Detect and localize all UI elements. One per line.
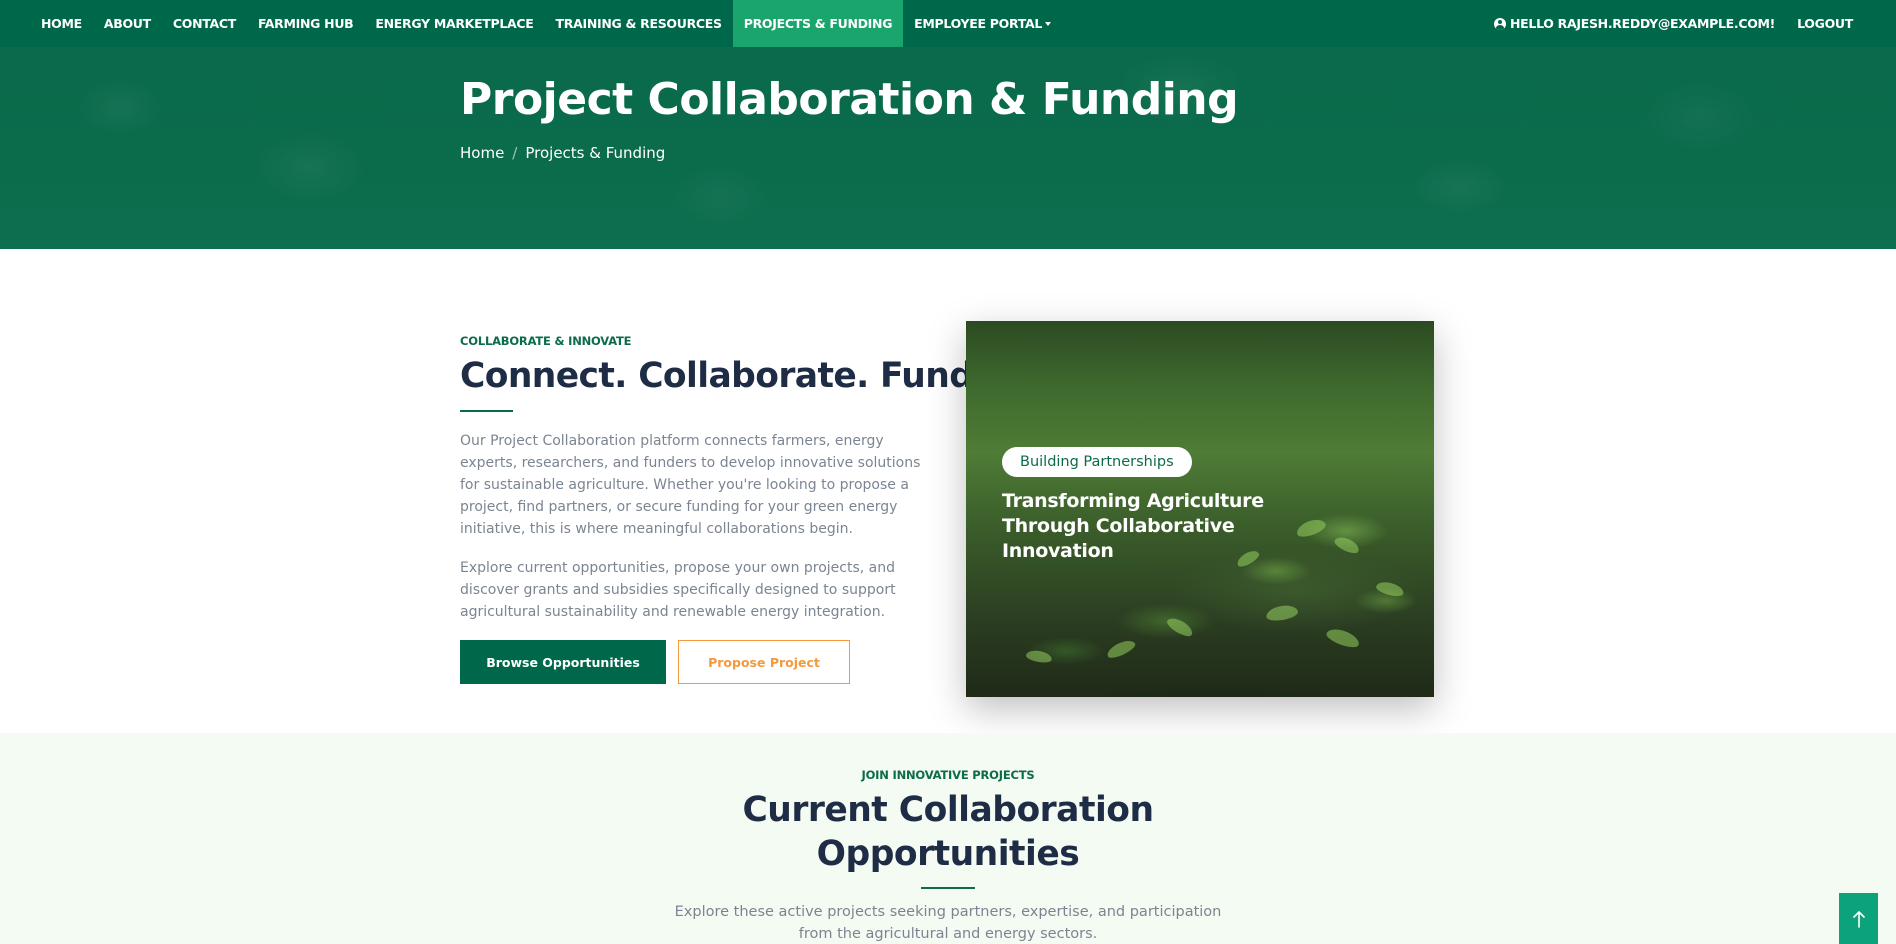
nav-item-farming-hub[interactable]: FARMING HUB bbox=[247, 0, 364, 47]
seedling-leaf bbox=[1164, 614, 1196, 640]
breadcrumb: Home / Projects & Funding bbox=[460, 144, 665, 162]
opportunities-description: Explore these active projects seeking pa… bbox=[0, 901, 1896, 944]
nav-item-energy-marketplace[interactable]: ENERGY MARKETPLACE bbox=[364, 0, 544, 47]
propose-project-button[interactable]: Propose Project bbox=[678, 640, 850, 684]
caret-down-icon bbox=[1045, 22, 1052, 26]
opportunities-heading-line-1: Current Collaboration bbox=[742, 790, 1154, 830]
card-title: Transforming Agriculture Through Collabo… bbox=[1002, 490, 1264, 562]
breadcrumb-home[interactable]: Home bbox=[460, 144, 504, 162]
arrow-up-icon bbox=[1852, 910, 1865, 928]
breadcrumb-separator: / bbox=[512, 144, 518, 162]
opportunities-heading: Current Collaboration Opportunities bbox=[0, 788, 1896, 876]
intro-accent-line bbox=[460, 410, 513, 412]
intro-heading: Connect. Collaborate. Fund. bbox=[460, 356, 986, 396]
nav-item-home[interactable]: HOME bbox=[30, 0, 93, 47]
opportunities-description-line-1: Explore these active projects seeking pa… bbox=[674, 904, 1222, 920]
nav-user-area: HELLO RAJESH.REDDY@EXAMPLE.COM! LOGOUT bbox=[1483, 0, 1896, 47]
nav-menu: HOME ABOUT CONTACT FARMING HUB ENERGY MA… bbox=[0, 0, 1062, 47]
intro-eyebrow: COLLABORATE & INNOVATE bbox=[460, 334, 632, 348]
breadcrumb-current: Projects & Funding bbox=[525, 144, 666, 162]
user-circle-icon bbox=[1494, 17, 1506, 30]
main-navbar: HOME ABOUT CONTACT FARMING HUB ENERGY MA… bbox=[0, 0, 1896, 47]
seedlings-image-card: Building Partnerships Transforming Agric… bbox=[966, 321, 1434, 697]
back-to-top-button[interactable] bbox=[1839, 893, 1878, 944]
seedling-leaf bbox=[1324, 625, 1362, 651]
seedling-leaf bbox=[1265, 603, 1299, 623]
intro-paragraph-1: Our Project Collaboration platform conne… bbox=[460, 433, 921, 537]
user-greeting: HELLO RAJESH.REDDY@EXAMPLE.COM! bbox=[1510, 16, 1776, 31]
nav-item-about[interactable]: ABOUT bbox=[93, 0, 162, 47]
opportunities-eyebrow: JOIN INNOVATIVE PROJECTS bbox=[861, 768, 1035, 782]
opportunities-description-line-2: from the agricultural and energy sectors… bbox=[798, 926, 1098, 942]
browse-opportunities-button[interactable]: Browse Opportunities bbox=[460, 640, 666, 684]
seedling-leaf bbox=[1374, 579, 1406, 599]
page-hero: Project Collaboration & Funding Home / P… bbox=[0, 47, 1896, 249]
logout-link[interactable]: LOGOUT bbox=[1786, 0, 1864, 47]
user-greeting-link[interactable]: HELLO RAJESH.REDDY@EXAMPLE.COM! bbox=[1483, 0, 1786, 47]
opportunities-accent-line bbox=[921, 887, 975, 889]
intro-paragraph-2: Explore current opportunities, propose y… bbox=[460, 560, 896, 620]
seedling-leaf bbox=[1025, 648, 1053, 665]
seedling-leaf bbox=[1332, 534, 1362, 556]
opportunities-section: JOIN INNOVATIVE PROJECTS Current Collabo… bbox=[0, 733, 1896, 944]
seedling-leaf bbox=[1104, 637, 1138, 661]
nav-item-training-resources[interactable]: TRAINING & RESOURCES bbox=[545, 0, 733, 47]
card-badge: Building Partnerships bbox=[1002, 447, 1192, 477]
seedling-leaf bbox=[1294, 516, 1328, 540]
opportunities-heading-line-2: Opportunities bbox=[816, 834, 1080, 874]
nav-item-contact[interactable]: CONTACT bbox=[162, 0, 247, 47]
nav-item-employee-portal-label: EMPLOYEE PORTAL bbox=[914, 16, 1043, 31]
page-title: Project Collaboration & Funding bbox=[460, 74, 1239, 125]
nav-item-employee-portal[interactable]: EMPLOYEE PORTAL bbox=[903, 0, 1062, 47]
nav-item-projects-funding[interactable]: PROJECTS & FUNDING bbox=[732, 0, 904, 47]
